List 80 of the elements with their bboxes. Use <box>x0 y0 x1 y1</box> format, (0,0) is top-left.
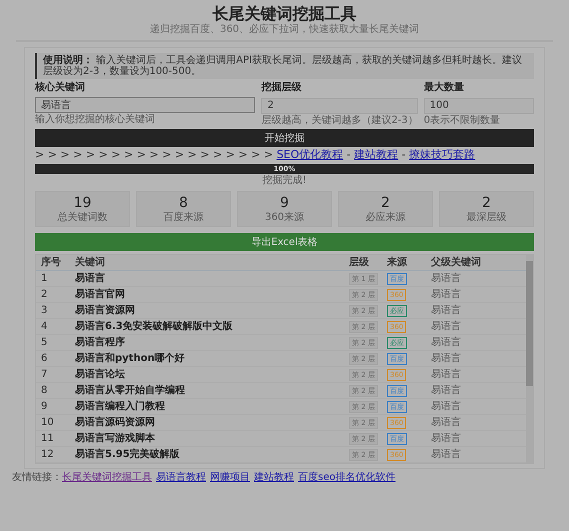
field-label: 最大数量 <box>424 82 465 93</box>
input-field[interactable]: 易语言 <box>35 97 256 113</box>
field-hint: 0表示不限制数量 <box>424 114 502 126</box>
table-cell-text: 11 <box>40 432 55 444</box>
page-title: 长尾关键词挖掘工具 <box>212 4 358 23</box>
keyword-cell-text: 易语言写游戏脚本 <box>74 432 156 444</box>
scrollbar[interactable] <box>526 255 533 464</box>
table-cell-text: 6 <box>40 352 48 364</box>
footer-link[interactable]: 网赚项目 <box>210 472 250 484</box>
column-header: 序号 <box>40 256 62 268</box>
keyword-cell-text: 易语言和python哪个好 <box>74 352 186 364</box>
footer-label: 友情链接： <box>12 472 62 484</box>
keyword-cell-text: 易语言5.95完美破解版 <box>74 448 181 460</box>
keyword-cell-text: 易语言6.3免安装破解破解版中文版 <box>74 320 234 332</box>
stat-value: 2 <box>380 194 391 211</box>
footer-link[interactable]: 百度seo排名优化软件 <box>298 472 396 484</box>
keyword-cell-text: 易语言官网 <box>74 288 126 300</box>
table-cell-text: 易语言 <box>430 304 462 316</box>
table-cell-text: 易语言 <box>430 272 462 284</box>
stat-value: 2 <box>481 194 492 211</box>
table-cell-text: 易语言 <box>430 384 462 396</box>
start-button[interactable]: 开始挖掘 <box>35 128 534 146</box>
field-hint: 输入你想挖掘的核心关键词 <box>35 114 156 125</box>
table-cell-text: 12 <box>40 448 55 460</box>
column-header: 关键词 <box>74 256 106 268</box>
promo-link[interactable]: SEO优化教程 <box>276 148 344 160</box>
stat-label: 总关键词数 <box>56 212 108 224</box>
table-cell-text: 1 <box>40 272 48 284</box>
table-cell-text: 易语言 <box>430 368 462 380</box>
input-field[interactable]: 100 <box>424 98 534 114</box>
table-cell-text: 易语言 <box>430 432 462 444</box>
stat-label: 百度来源 <box>162 212 204 224</box>
keyword-cell-text: 易语言源码资源网 <box>74 416 156 428</box>
stat-label: 必应来源 <box>364 212 406 224</box>
footer-link[interactable]: 长尾关键词挖掘工具 <box>62 472 152 484</box>
input-field[interactable]: 2 <box>261 98 418 114</box>
table-cell-text: 易语言 <box>430 416 462 428</box>
table-cell-text: 8 <box>40 384 48 396</box>
link-separator: - <box>346 148 351 160</box>
stat-value: 8 <box>178 194 189 211</box>
table-cell-text: 5 <box>40 336 48 348</box>
stat-value: 9 <box>279 194 290 211</box>
page-subtitle: 递归挖掘百度、360、必应下拉词，快速获取大量长尾关键词 <box>148 24 420 36</box>
footer-link[interactable]: 建站教程 <box>254 472 294 484</box>
footer-link[interactable]: 易语言教程 <box>156 472 206 484</box>
table-cell-text: 易语言 <box>430 448 462 460</box>
usage-note: 使用说明： 输入关键词后，工具会递归调用API获取长尾词。层级越高，获取的关键词越多但耗时越长。建议层级设为2-3，数量设为100-500。 <box>35 52 534 78</box>
column-header: 父级关键词 <box>430 256 482 268</box>
field-label: 挖掘层级 <box>261 82 302 93</box>
field-hint: 层级越高，关键词越多（建议2-3） <box>261 114 418 126</box>
table-cell-text: 3 <box>40 304 48 316</box>
keyword-cell-text: 易语言编程入门教程 <box>74 400 166 412</box>
column-header: 层级 <box>348 256 370 268</box>
field-label: 核心关键词 <box>35 82 86 93</box>
table-cell-text: 10 <box>40 416 55 428</box>
stat-value: 19 <box>72 194 92 211</box>
keyword-cell-text: 易语言论坛 <box>74 368 126 380</box>
stat-label: 最深层级 <box>466 212 508 224</box>
table-cell-text: 易语言 <box>430 352 462 364</box>
table-cell-text: 易语言 <box>430 400 462 412</box>
arrow-prefix: > > > > > > > > > > > > > > > > > > > <box>35 148 274 160</box>
keyword-cell-text: 易语言程序 <box>74 336 126 348</box>
table-cell-text: 易语言 <box>430 320 462 332</box>
table-cell-text: 7 <box>40 368 48 380</box>
table-cell-text: 4 <box>40 320 48 332</box>
table-cell-text: 易语言 <box>430 288 462 300</box>
stat-label: 360来源 <box>264 212 306 224</box>
table-cell-text: 9 <box>40 400 48 412</box>
export-button[interactable]: 导出Excel表格 <box>35 233 534 252</box>
keyword-cell-text: 易语言资源网 <box>74 304 136 316</box>
promo-link[interactable]: 撩妹技巧套路 <box>409 148 476 160</box>
table-cell-text: 2 <box>40 288 48 300</box>
keyword-cell-text: 易语言从零开始自学编程 <box>74 384 186 396</box>
column-header: 来源 <box>386 256 408 268</box>
table-cell-text: 易语言 <box>430 336 462 348</box>
keyword-cell-text: 易语言 <box>74 272 106 284</box>
promo-link[interactable]: 建站教程 <box>354 148 398 160</box>
scrollbar-thumb[interactable] <box>526 261 533 386</box>
progress-status: 挖掘完成! <box>261 175 308 187</box>
link-separator: - <box>402 148 406 160</box>
